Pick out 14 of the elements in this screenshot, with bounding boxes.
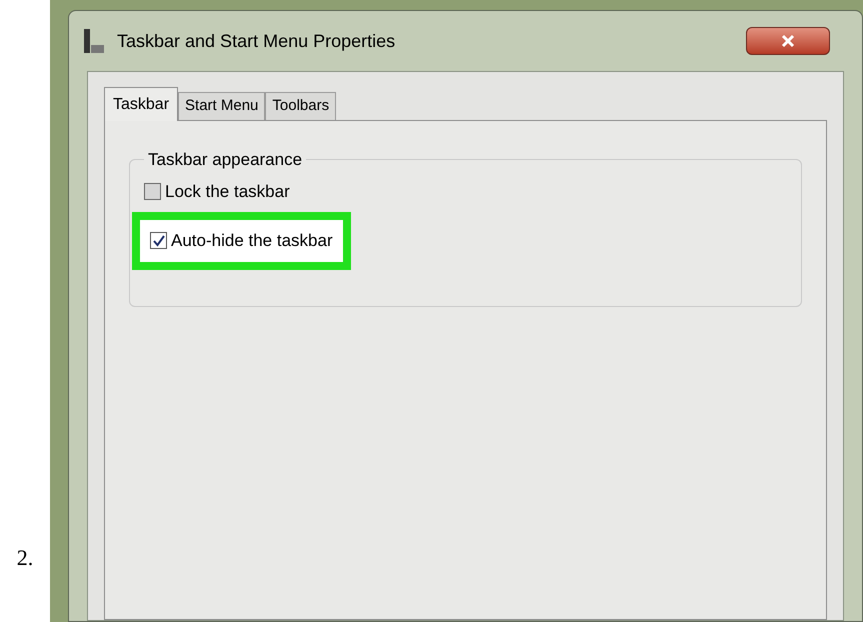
- checkbox[interactable]: [150, 232, 167, 250]
- close-button[interactable]: [746, 27, 830, 55]
- check-icon: [152, 234, 164, 247]
- taskbar-icon: [83, 28, 105, 54]
- checkbox[interactable]: [144, 182, 161, 200]
- checkbox-option[interactable]: Lock the taskbar: [144, 176, 290, 206]
- tab[interactable]: Start Menu: [178, 92, 266, 120]
- close-icon: [781, 34, 795, 48]
- tab[interactable]: Taskbar: [104, 87, 178, 121]
- window-title: Taskbar and Start Menu Properties: [117, 30, 396, 53]
- checkbox-option[interactable]: Auto-hide the taskbar: [132, 212, 351, 270]
- tab[interactable]: Toolbars: [265, 92, 336, 120]
- group-title: Taskbar appearance: [147, 149, 304, 171]
- step-number: 2.: [16, 544, 34, 572]
